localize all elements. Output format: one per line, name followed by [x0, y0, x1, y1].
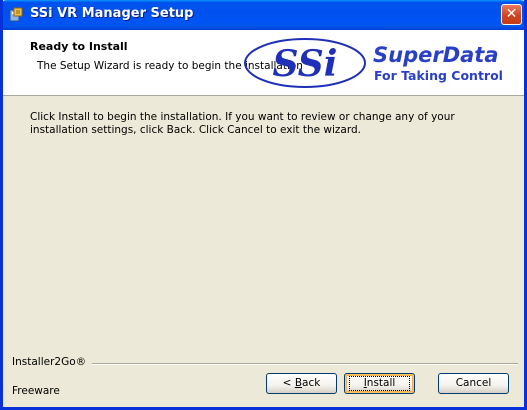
close-icon: ✕ — [505, 6, 518, 22]
back-button-rest: ack — [302, 377, 321, 389]
logo-brand-text: SuperData — [373, 43, 499, 67]
page-title: Ready to Install — [30, 40, 128, 53]
superdata-logo: SSi SuperData For Taking Control — [244, 38, 503, 88]
back-button-prefix: < — [282, 377, 295, 389]
logo-tagline-text: For Taking Control — [374, 68, 503, 83]
install-button-rest: nstall — [366, 377, 396, 389]
close-button[interactable]: ✕ — [501, 4, 522, 25]
install-button[interactable]: Install — [344, 373, 415, 394]
back-button[interactable]: < Back — [266, 373, 337, 394]
setup-window: SSi VR Manager Setup ✕ Ready to Install … — [0, 0, 527, 410]
back-button-hotkey: B — [294, 377, 303, 389]
edition-label: Freeware — [12, 385, 60, 397]
installer-brand-label: Installer2Go® — [12, 356, 93, 368]
setup-package-icon — [9, 7, 23, 22]
window-title: SSi VR Manager Setup — [30, 6, 194, 21]
logo-ssi-text: SSi — [273, 43, 338, 85]
title-bar[interactable]: SSi VR Manager Setup ✕ — [3, 0, 524, 30]
install-focus-ring: Install — [348, 376, 411, 391]
instructions-text: Click Install to begin the installation.… — [30, 111, 455, 136]
cancel-button[interactable]: Cancel — [438, 373, 509, 394]
header-banner: Ready to Install The Setup Wizard is rea… — [3, 30, 524, 96]
